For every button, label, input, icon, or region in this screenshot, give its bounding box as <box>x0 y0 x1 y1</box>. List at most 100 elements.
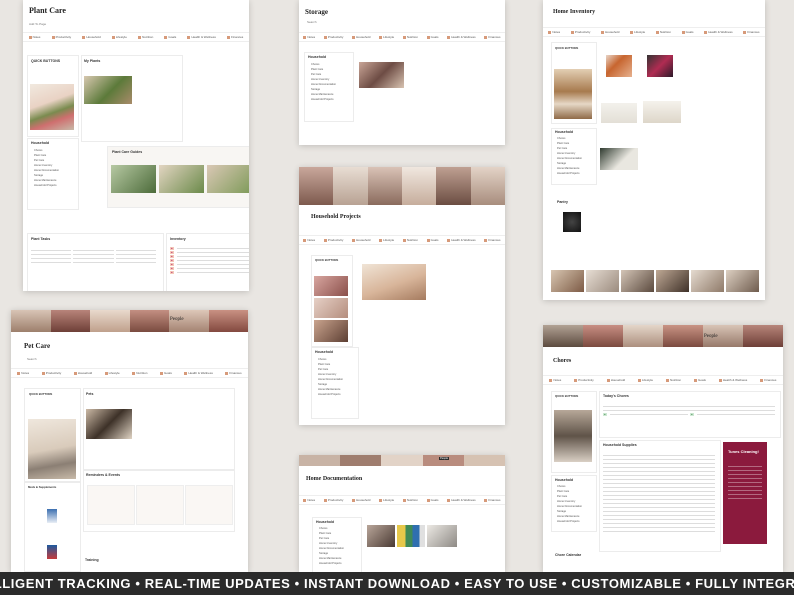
guide-card-2[interactable] <box>159 165 204 193</box>
todays-chores-box: Today's Chores ● ● <box>599 391 781 438</box>
nav-goals[interactable]: Goals <box>427 35 439 39</box>
nav-nutrition[interactable]: Nutrition <box>656 30 671 34</box>
nav-goals[interactable]: Goals <box>427 238 439 242</box>
nav-goals[interactable]: Goals <box>160 371 172 375</box>
chore-rows: ● ● <box>603 404 775 416</box>
household-sidebar-box: Household Chores Plant Care Pet Care Hom… <box>312 517 362 572</box>
household-sidebar-box: Household Chores Plant Care Pet Care Hom… <box>551 128 597 185</box>
nav-health[interactable]: Health & Wellness <box>187 35 215 39</box>
bed-card[interactable] <box>601 103 637 123</box>
top-nav: Notes Productivity Household Lifestyle N… <box>543 375 783 385</box>
nav-health[interactable]: Health & Wellness <box>447 238 475 242</box>
nav-health[interactable]: Health & Wellness <box>719 378 747 382</box>
sidebar-item-household-projects[interactable]: Household Projects <box>557 519 582 524</box>
nav-notes[interactable]: Notes <box>17 371 29 375</box>
quick-buttons-heading: QUICK BUTTONS <box>555 394 579 398</box>
banner <box>11 310 248 332</box>
sidebar-item-household-projects[interactable]: Household Projects <box>319 561 344 566</box>
sidebar-item-household-projects[interactable]: Household Projects <box>34 183 59 188</box>
sidebar-item-household-projects[interactable]: Household Projects <box>311 97 336 102</box>
nav-household[interactable]: Household <box>74 371 92 375</box>
nav-finances[interactable]: Finances <box>225 371 241 375</box>
guide-card-3[interactable] <box>207 165 249 193</box>
nav-lifestyle[interactable]: Lifestyle <box>379 498 394 502</box>
nav-notes[interactable]: Notes <box>549 378 561 382</box>
nav-productivity[interactable]: Productivity <box>571 30 591 34</box>
nav-notes[interactable]: Notes <box>303 238 315 242</box>
top-nav: Notes Productivity Household Lifestyle N… <box>299 495 505 505</box>
nav-productivity[interactable]: Productivity <box>324 498 344 502</box>
nav-finances[interactable]: Finances <box>484 498 500 502</box>
nav-finances[interactable]: Finances <box>484 35 500 39</box>
sidebar-item-household-projects[interactable]: Household Projects <box>557 171 582 176</box>
plant-guides-heading: Plant Care Guides <box>112 150 143 154</box>
search-button[interactable]: Search <box>27 357 37 361</box>
music-widget[interactable]: Tunes Cleaning! <box>723 442 767 544</box>
people-tag: People <box>170 317 184 322</box>
pets-heading: Pets <box>86 392 94 396</box>
nav-lifestyle[interactable]: Lifestyle <box>112 35 127 39</box>
nav-finances[interactable]: Finances <box>484 238 500 242</box>
nav-health[interactable]: Health & Wellness <box>447 35 475 39</box>
nav-finances[interactable]: Finances <box>760 378 776 382</box>
doc-card-1[interactable] <box>367 525 395 547</box>
guide-card-1[interactable] <box>111 165 156 193</box>
sidebar-list: Chores Plant Care Pet Care Home Inventor… <box>311 62 336 102</box>
nav-household[interactable]: Household <box>607 378 625 382</box>
nav-finances[interactable]: Finances <box>743 30 759 34</box>
nav-productivity[interactable]: Productivity <box>324 35 344 39</box>
rug-card[interactable] <box>600 148 638 170</box>
nav-lifestyle[interactable]: Lifestyle <box>630 30 645 34</box>
nav-goals[interactable]: Goals <box>164 35 176 39</box>
household-heading: Household <box>555 478 574 482</box>
nav-nutrition[interactable]: Nutrition <box>666 378 681 382</box>
sidebar-list: Chores Plant Care Pet Care Home Inventor… <box>318 357 343 397</box>
plant-guides-box: Plant Care Guides <box>107 146 249 208</box>
bedroom-project-card[interactable] <box>362 264 426 300</box>
nav-lifestyle[interactable]: Lifestyle <box>379 238 394 242</box>
nav-productivity[interactable]: Productivity <box>42 371 62 375</box>
nav-nutrition[interactable]: Nutrition <box>403 498 418 502</box>
nav-notes[interactable]: Notes <box>548 30 560 34</box>
household-heading: Household <box>308 55 327 59</box>
nav-lifestyle[interactable]: Lifestyle <box>105 371 120 375</box>
tablet-card[interactable] <box>647 55 673 77</box>
nav-productivity[interactable]: Productivity <box>574 378 594 382</box>
nav-goals[interactable]: Goals <box>694 378 706 382</box>
air-fryer-card[interactable] <box>563 212 581 232</box>
nav-nutrition[interactable]: Nutrition <box>403 238 418 242</box>
doc-card-3[interactable] <box>427 525 457 547</box>
nav-health[interactable]: Health & Wellness <box>447 498 475 502</box>
nav-notes[interactable]: Notes <box>303 35 315 39</box>
training-heading: Training <box>85 558 99 562</box>
nav-health[interactable]: Health & Wellness <box>184 371 212 375</box>
search-button[interactable]: Search <box>307 20 317 24</box>
nav-health[interactable]: Health & Wellness <box>704 30 732 34</box>
nav-notes[interactable]: Notes <box>303 498 315 502</box>
nav-nutrition[interactable]: Nutrition <box>138 35 153 39</box>
nav-household[interactable]: Household <box>352 35 370 39</box>
sidebar-list: Chores Plant Care Pet Care Home Inventor… <box>34 148 59 188</box>
pet-photo[interactable] <box>86 409 132 439</box>
nav-goals[interactable]: Goals <box>427 498 439 502</box>
laptop-card[interactable] <box>606 55 632 77</box>
nav-nutrition[interactable]: Nutrition <box>403 35 418 39</box>
nav-household[interactable]: Household <box>352 498 370 502</box>
nav-household[interactable]: Household <box>82 35 100 39</box>
nav-nutrition[interactable]: Nutrition <box>132 371 147 375</box>
nav-lifestyle[interactable]: Lifestyle <box>379 35 394 39</box>
sidebar-item-household-projects[interactable]: Household Projects <box>318 392 343 397</box>
nav-household[interactable]: Household <box>352 238 370 242</box>
chores-panel: People Chores Notes Productivity Househo… <box>543 325 783 572</box>
sofa-card[interactable] <box>643 101 681 123</box>
nav-goals[interactable]: Goals <box>682 30 694 34</box>
nav-finances[interactable]: Finances <box>227 35 243 39</box>
add-to-page-button[interactable]: Add To Page <box>29 22 46 26</box>
nav-notes[interactable]: Notes <box>29 35 41 39</box>
nav-household[interactable]: Household <box>601 30 619 34</box>
storage-shelf-photo[interactable] <box>359 62 404 88</box>
doc-card-2[interactable] <box>397 525 425 547</box>
nav-productivity[interactable]: Productivity <box>52 35 72 39</box>
nav-productivity[interactable]: Productivity <box>324 238 344 242</box>
nav-lifestyle[interactable]: Lifestyle <box>638 378 653 382</box>
